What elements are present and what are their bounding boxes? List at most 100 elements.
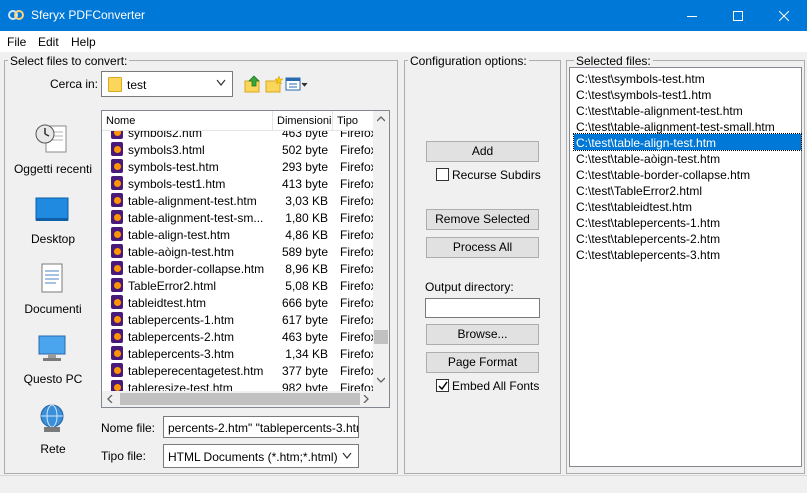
html-file-icon	[111, 346, 123, 360]
browse-button[interactable]: Browse...	[426, 324, 539, 345]
file-list[interactable]: symbols2.htm 463 byte Firefox symbols3.htm…	[101, 110, 390, 408]
file-list-header: Nome Dimensioni Tipo	[102, 111, 375, 131]
file-name: table-border-collapse.htm	[128, 262, 265, 276]
file-type: Firefox	[340, 245, 377, 259]
html-file-icon	[111, 227, 123, 241]
list-item[interactable]: table-alignment-test-sm... 1,80 KB Firefox	[102, 209, 377, 226]
menu-help[interactable]: Help	[71, 35, 96, 49]
list-item[interactable]: symbols-test1.htm 413 byte Firefox	[102, 175, 377, 192]
view-menu-icon[interactable]	[285, 75, 309, 93]
scroll-thumb[interactable]	[120, 393, 360, 405]
list-item[interactable]: tableperecentagetest.htm 377 byte Firefox	[102, 362, 377, 379]
place-documents-label: Documenti	[24, 302, 82, 316]
embed-all-fonts-checkbox[interactable]	[436, 379, 449, 392]
file-name: table-align-test.htm	[128, 228, 231, 242]
process-all-button[interactable]: Process All	[426, 237, 539, 258]
file-type-label: Tipo file:	[101, 449, 146, 463]
selected-file-item[interactable]: C:\test\table-alignment-test.htm	[574, 102, 801, 118]
up-folder-icon[interactable]	[243, 75, 263, 93]
selected-file-item[interactable]: C:\test\tablepercents-3.htm	[574, 246, 801, 262]
list-item[interactable]: tablepercents-1.htm 617 byte Firefox	[102, 311, 377, 328]
file-size: 5,08 KB	[285, 279, 328, 293]
place-desktop[interactable]: Desktop	[8, 186, 98, 250]
file-size: 1,34 KB	[285, 347, 328, 361]
page-format-button[interactable]: Page Format	[426, 352, 539, 373]
list-item[interactable]: table-align-test.htm 4,86 KB Firefox	[102, 226, 377, 243]
list-item[interactable]: table-alignment-test.htm 3,03 KB Firefox	[102, 192, 377, 209]
file-name: table-alignment-test-sm...	[128, 211, 264, 225]
file-size: 1,80 KB	[285, 211, 328, 225]
place-documents[interactable]: Documenti	[8, 256, 98, 320]
selected-file-item[interactable]: C:\test\tablepercents-2.htm	[574, 230, 801, 246]
list-item[interactable]: table-border-collapse.htm 8,96 KB Firefox	[102, 260, 377, 277]
file-type: Firefox	[340, 194, 377, 208]
selected-files-list[interactable]: C:\test\symbols-test.htm C:\test\symbols…	[569, 67, 802, 467]
list-item[interactable]: symbols-test.htm 293 byte Firefox	[102, 158, 377, 175]
file-name: table-alignment-test.htm	[128, 194, 257, 208]
add-button[interactable]: Add	[426, 141, 539, 162]
selected-file-item[interactable]: C:\test\table-alignment-test-small.htm	[574, 118, 801, 134]
file-name: tableidtest.htm	[128, 296, 207, 310]
list-item[interactable]: table-aòign-test.htm 589 byte Firefox	[102, 243, 377, 260]
scroll-up-icon[interactable]	[377, 116, 385, 122]
place-recent[interactable]: Oggetti recenti	[8, 116, 98, 180]
html-file-icon	[111, 142, 123, 156]
file-size: 8,96 KB	[285, 262, 328, 276]
html-file-icon	[111, 261, 123, 275]
menu-file[interactable]: File	[7, 35, 26, 49]
menu-edit[interactable]: Edit	[38, 35, 59, 49]
remove-selected-button[interactable]: Remove Selected	[426, 209, 539, 230]
list-item[interactable]: tableidtest.htm 666 byte Firefox	[102, 294, 377, 311]
look-in-combo[interactable]: test	[101, 71, 233, 97]
place-this-pc[interactable]: Questo PC	[8, 326, 98, 390]
file-size: 589 byte	[281, 245, 328, 259]
selected-file-item[interactable]: C:\test\tablepercents-1.htm	[574, 214, 801, 230]
close-button[interactable]	[761, 0, 807, 31]
column-size-header[interactable]: Dimensioni	[273, 111, 333, 131]
file-size: 4,86 KB	[285, 228, 328, 242]
close-icon	[779, 10, 789, 21]
embed-all-fonts-label: Embed All Fonts	[452, 379, 540, 393]
scroll-left-icon[interactable]	[107, 395, 113, 403]
file-list-vertical-scrollbar[interactable]	[373, 111, 389, 392]
place-desktop-label: Desktop	[30, 232, 76, 246]
html-file-icon	[111, 159, 123, 173]
html-file-icon	[111, 295, 123, 309]
file-list-horizontal-scrollbar[interactable]	[102, 391, 389, 407]
selected-file-item[interactable]: C:\test\TableError2.html	[574, 182, 801, 198]
scroll-right-icon[interactable]	[363, 395, 369, 403]
selected-file-item[interactable]: C:\test\tableidtest.htm	[574, 198, 801, 214]
file-name-input[interactable]: percents-2.htm" "tablepercents-3.htm"	[163, 416, 359, 438]
html-file-icon	[111, 193, 123, 207]
selected-file-item[interactable]: C:\test\symbols-test.htm	[574, 70, 801, 86]
selected-file-item[interactable]: C:\test\table-border-collapse.htm	[574, 166, 801, 182]
file-name: symbols-test1.htm	[128, 177, 226, 191]
selected-file-item[interactable]: C:\test\table-aòign-test.htm	[574, 150, 801, 166]
column-name-header[interactable]: Nome	[102, 111, 273, 131]
file-type-combo[interactable]: HTML Documents (*.htm;*.html)	[163, 444, 359, 468]
file-type: Firefox	[340, 330, 377, 344]
output-directory-input[interactable]	[425, 298, 540, 318]
list-item[interactable]: TableError2.html 5,08 KB Firefox	[102, 277, 377, 294]
minimize-button[interactable]	[669, 0, 715, 31]
file-name: symbols-test.htm	[128, 160, 219, 174]
new-folder-icon[interactable]	[264, 75, 284, 93]
place-network[interactable]: Rete	[8, 396, 98, 460]
file-name: tablepercents-1.htm	[128, 313, 235, 327]
list-item[interactable]: symbols3.html 502 byte Firefox	[102, 141, 377, 158]
maximize-button[interactable]	[715, 0, 761, 31]
recurse-subdirs-checkbox[interactable]	[436, 168, 449, 181]
file-size: 463 byte	[281, 330, 328, 344]
list-item[interactable]: tablepercents-2.htm 463 byte Firefox	[102, 328, 377, 345]
chevron-down-icon	[216, 79, 226, 86]
column-type-header[interactable]: Tipo	[333, 111, 375, 131]
selected-file-item-active[interactable]: C:\test\table-align-test.htm	[573, 133, 802, 151]
scroll-down-icon[interactable]	[377, 377, 385, 383]
scroll-thumb[interactable]	[374, 330, 388, 344]
list-item[interactable]: tablepercents-3.htm 1,34 KB Firefox	[102, 345, 377, 362]
file-type-value: HTML Documents (*.htm;*.html)	[168, 450, 338, 464]
file-type: Firefox	[340, 262, 377, 276]
configuration-group-label: Configuration options:	[408, 54, 529, 68]
file-type: Firefox	[340, 296, 377, 310]
selected-file-item[interactable]: C:\test\symbols-test1.htm	[574, 86, 801, 102]
